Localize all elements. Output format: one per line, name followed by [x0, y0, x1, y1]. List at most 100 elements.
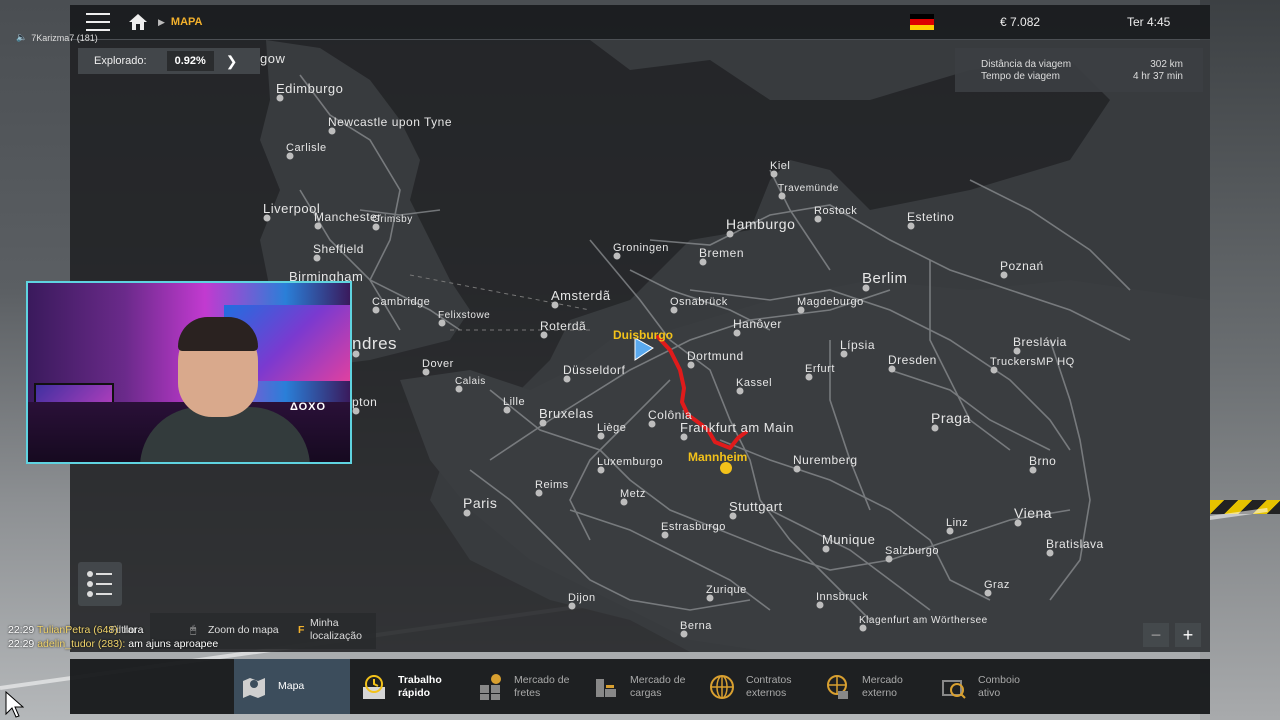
webcam-person-hair [178, 317, 258, 351]
city-label: pton [352, 395, 377, 409]
zoom-out-button[interactable]: − [1143, 623, 1169, 647]
globe-market-icon [824, 673, 852, 701]
chat-panel: 22:29 TulianPetra (648): llora 22:29 ade… [8, 624, 218, 652]
city-label: Innsbruck [816, 591, 868, 603]
city-label: Grimsby [372, 214, 413, 225]
city-label: TruckersMP HQ [990, 356, 1075, 368]
tab-active-convoy[interactable]: Comboio ativo [934, 659, 1050, 714]
city-label: Zurique [706, 584, 747, 596]
trip-distance-label: Distância da viagem [981, 59, 1072, 70]
trip-time-label: Tempo de viagem [981, 71, 1060, 82]
city-label: Groningen [613, 242, 669, 254]
chevron-right-icon[interactable]: ❯ [226, 53, 238, 70]
city-label: Sheffield [313, 242, 364, 256]
city-label: Bratislava [1046, 537, 1104, 551]
tab-external-market[interactable]: Mercado externo [818, 659, 934, 714]
globe-contract-icon [708, 673, 736, 701]
city-label: Düsseldorf [563, 363, 626, 377]
city-label: Lille [503, 396, 525, 408]
city-label: Berna [680, 620, 712, 632]
money-display: € 7.082 [1000, 15, 1041, 29]
city-label: Osnabrück [670, 296, 728, 308]
hint-zoom: Zoom do mapa [208, 624, 279, 636]
hint-key: F [298, 624, 305, 636]
germany-flag-icon [910, 14, 934, 30]
city-label: Luxemburgo [597, 456, 663, 468]
city-label: Travemünde [778, 183, 839, 194]
city-label: Carlisle [286, 142, 327, 154]
hint-location: Minha localização [310, 617, 362, 642]
freight-icon [592, 673, 620, 701]
tab-map[interactable]: Mapa [234, 659, 350, 714]
breadcrumb-arrow-icon: ▶ [158, 16, 165, 27]
webcam-logo: ΔΟΧΟ [290, 401, 327, 413]
city-label: Estetino [907, 210, 954, 224]
explored-value: 0.92% [166, 51, 214, 71]
tab-external-contracts[interactable]: Contratos externos [702, 659, 818, 714]
city-label: Liège [597, 422, 626, 434]
city-label: Dijon [568, 592, 596, 604]
city-label: Kassel [736, 377, 772, 389]
city-label: Metz [620, 488, 646, 500]
city-label: Rostock [814, 205, 857, 217]
breadcrumb: MAPA [170, 16, 203, 28]
hamburger-menu-icon[interactable] [86, 13, 110, 31]
city-label: Bremen [699, 246, 744, 260]
list-icon [87, 571, 112, 597]
city-label: Nuremberg [793, 453, 858, 467]
city-label: Calais [455, 376, 486, 387]
top-bar: ▶ MAPA € 7.082 Ter 4:45 [70, 5, 1210, 39]
city-label: Graz [984, 579, 1010, 591]
bottom-tab-bar: Mapa Trabalho rápido Mercado de fretes M… [70, 659, 1210, 714]
viewer-text: 7Karizma7 (181) [31, 32, 98, 43]
city-label: Amsterdã [551, 288, 611, 303]
chat-message: 22:29 adelin_tudor (283): am ajuns aproa… [8, 638, 219, 650]
city-label: Felixstowe [438, 310, 490, 321]
city-label: Kiel [770, 160, 790, 172]
city-label: Klagenfurt am Wörthersee [859, 615, 988, 626]
city-label: Frankfurt am Main [680, 420, 794, 435]
city-label: Estrasburgo [661, 521, 726, 533]
city-label: Erfurt [805, 363, 835, 375]
city-label: Berlim [862, 270, 908, 287]
city-label: Linz [946, 517, 968, 529]
speaker-icon: 🔈 [16, 32, 28, 42]
city-label: Newcastle upon Tyne [328, 115, 452, 129]
garage-wall [1200, 0, 1280, 720]
city-label: Roterdã [540, 319, 586, 333]
viewer-count: 🔈 7Karizma7 (181) [16, 32, 98, 43]
city-label: Salzburgo [885, 545, 939, 557]
city-label: Paris [463, 495, 497, 511]
city-label: Lípsia [840, 338, 875, 352]
legend-button[interactable] [78, 562, 122, 606]
city-label: Viena [1014, 505, 1052, 521]
map-icon [240, 673, 268, 701]
city-label: Reims [535, 479, 569, 491]
explored-label: Explorado: [94, 55, 147, 67]
city-label: Dover [422, 358, 454, 370]
tab-cargo-market[interactable]: Mercado de cargas [586, 659, 702, 714]
city-label: Munique [822, 532, 875, 547]
game-clock: Ter 4:45 [1127, 15, 1171, 29]
zoom-in-button[interactable]: + [1175, 623, 1201, 647]
tab-quick-job[interactable]: Trabalho rápido [354, 659, 470, 714]
city-label: Dortmund [687, 349, 744, 363]
cargo-market-icon [476, 673, 504, 701]
city-label: Edimburgo [276, 81, 343, 96]
chat-message: 22:29 TulianPetra (648): llora [8, 624, 144, 636]
city-label: Magdeburgo [797, 296, 864, 308]
city-label: Stuttgart [729, 499, 783, 514]
home-icon[interactable] [128, 13, 148, 31]
route-endpoint-label: Duisburgo [613, 328, 673, 342]
city-label: Poznań [1000, 259, 1044, 273]
mouse-cursor-icon [5, 690, 24, 718]
city-label: Hanôver [733, 317, 782, 331]
tab-freight-market[interactable]: Mercado de fretes [470, 659, 586, 714]
explored-panel[interactable]: Explorado: 0.92% ❯ [78, 48, 260, 74]
city-label: Dresden [888, 353, 937, 367]
city-label: Hamburgo [726, 216, 795, 232]
clock-icon [360, 673, 388, 701]
city-label: gow [260, 51, 285, 66]
trip-time-value: 4 hr 37 min [1132, 71, 1183, 82]
webcam-overlay: ΔΟΧΟ [26, 281, 352, 464]
